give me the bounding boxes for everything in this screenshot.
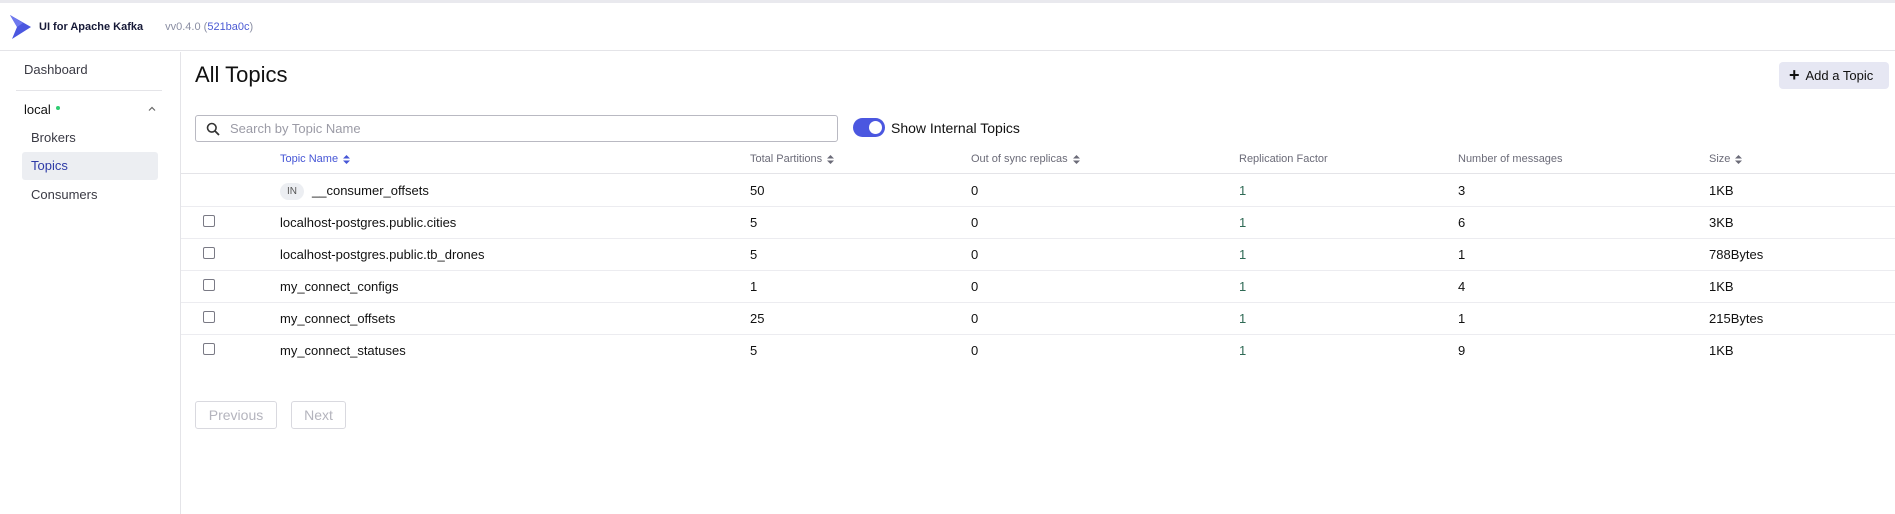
- topic-name-cell: IN __consumer_offsets: [280, 175, 429, 207]
- version-label: vv0.4.0: [165, 20, 201, 33]
- search-icon: [206, 122, 220, 136]
- main-content: All Topics + Add a Topic Show Internal T…: [181, 52, 1895, 514]
- out-of-sync-cell: 0: [971, 183, 979, 198]
- sidebar-item-consumers[interactable]: Consumers: [22, 181, 158, 209]
- header-label: Topic Name: [280, 153, 339, 165]
- sort-icon: [343, 154, 351, 164]
- messages-cell: 1: [1458, 311, 1466, 326]
- messages-cell: 1: [1458, 247, 1466, 262]
- row-checkbox[interactable]: [203, 343, 215, 355]
- out-of-sync-cell: 0: [971, 215, 979, 230]
- topic-name-link[interactable]: localhost-postgres.public.cities: [280, 207, 456, 239]
- brand-name: UI for Apache Kafka: [39, 20, 144, 33]
- sidebar: Dashboard local Brokers Topics Consumers: [0, 52, 181, 514]
- sidebar-item-topics[interactable]: Topics: [22, 152, 158, 180]
- header-label: Size: [1709, 153, 1731, 165]
- sidebar-divider: [16, 90, 162, 91]
- row-checkbox[interactable]: [203, 311, 215, 323]
- partitions-cell: 50: [750, 183, 765, 198]
- toggle-switch[interactable]: [853, 118, 885, 137]
- table-row: localhost-postgres.public.tb_drones 5 0 …: [181, 239, 1895, 271]
- row-checkbox[interactable]: [203, 215, 215, 227]
- plus-icon: +: [1789, 64, 1800, 85]
- replication-cell: 1: [1239, 247, 1247, 262]
- row-checkbox[interactable]: [203, 247, 215, 259]
- messages-cell: 3: [1458, 183, 1466, 198]
- add-topic-label: Add a Topic: [1805, 68, 1874, 83]
- size-cell: 788Bytes: [1709, 247, 1764, 262]
- row-checkbox[interactable]: [203, 279, 215, 291]
- topic-name-link[interactable]: localhost-postgres.public.tb_drones: [280, 239, 485, 271]
- internal-badge: IN: [280, 183, 304, 201]
- column-header-replication-factor: Replication Factor: [1239, 153, 1328, 165]
- app-version: vv0.4.0 (521ba0c): [165, 20, 254, 33]
- previous-button[interactable]: Previous: [195, 401, 277, 429]
- out-of-sync-cell: 0: [971, 279, 979, 294]
- out-of-sync-cell: 0: [971, 311, 979, 326]
- kafka-logo-icon: [10, 14, 31, 39]
- commit-link[interactable]: 521ba0c: [207, 21, 249, 33]
- cluster-status-dot: [55, 106, 60, 110]
- replication-cell: 1: [1239, 311, 1247, 326]
- partitions-cell: 5: [750, 343, 758, 358]
- replication-cell: 1: [1239, 279, 1247, 294]
- column-header-number-of-messages: Number of messages: [1458, 153, 1563, 165]
- table-row: my_connect_statuses 5 0 1 9 1KB: [181, 335, 1895, 367]
- page-title: All Topics: [195, 62, 288, 87]
- sort-icon: [1072, 154, 1080, 164]
- out-of-sync-cell: 0: [971, 247, 979, 262]
- partitions-cell: 25: [750, 311, 765, 326]
- size-cell: 1KB: [1709, 183, 1734, 198]
- replication-cell: 1: [1239, 183, 1247, 198]
- add-topic-button[interactable]: + Add a Topic: [1779, 62, 1889, 89]
- cluster-name: local: [24, 101, 51, 117]
- size-cell: 215Bytes: [1709, 311, 1764, 326]
- brand-link[interactable]: UI for Apache Kafka: [10, 14, 143, 40]
- size-cell: 1KB: [1709, 343, 1734, 358]
- chevron-up-icon[interactable]: [146, 103, 158, 115]
- header-label: Replication Factor: [1239, 153, 1328, 165]
- header-label: Out of sync replicas: [971, 153, 1068, 165]
- sidebar-item-brokers[interactable]: Brokers: [22, 124, 158, 152]
- search-input[interactable]: [228, 120, 828, 137]
- topic-name-link[interactable]: __consumer_offsets: [312, 183, 429, 198]
- messages-cell: 4: [1458, 279, 1466, 294]
- search-box: [195, 115, 838, 142]
- header-label: Number of messages: [1458, 153, 1563, 165]
- column-header-out-of-sync-replicas[interactable]: Out of sync replicas: [971, 153, 1080, 165]
- size-cell: 1KB: [1709, 279, 1734, 294]
- sidebar-cluster-local[interactable]: local: [24, 98, 158, 120]
- partitions-cell: 5: [750, 247, 758, 262]
- pagination: Previous Next: [195, 401, 346, 429]
- replication-cell: 1: [1239, 343, 1247, 358]
- top-navbar: UI for Apache Kafka vv0.4.0 (521ba0c): [0, 3, 1895, 51]
- sort-icon: [1735, 154, 1743, 164]
- topic-name-link[interactable]: my_connect_configs: [280, 271, 399, 303]
- partitions-cell: 1: [750, 279, 758, 294]
- topic-name-link[interactable]: my_connect_offsets: [280, 303, 395, 335]
- table-row: IN __consumer_offsets 50 0 1 3 1KB: [181, 175, 1895, 207]
- messages-cell: 9: [1458, 343, 1466, 358]
- column-header-size[interactable]: Size: [1709, 153, 1743, 165]
- table-header: Topic Name Total Partitions Out of sync …: [181, 142, 1895, 174]
- out-of-sync-cell: 0: [971, 343, 979, 358]
- messages-cell: 6: [1458, 215, 1466, 230]
- column-header-topic-name[interactable]: Topic Name: [280, 153, 351, 165]
- partitions-cell: 5: [750, 215, 758, 230]
- column-header-total-partitions[interactable]: Total Partitions: [750, 153, 835, 165]
- replication-cell: 1: [1239, 215, 1247, 230]
- table-row: my_connect_configs 1 0 1 4 1KB: [181, 271, 1895, 303]
- table-row: localhost-postgres.public.cities 5 0 1 6…: [181, 207, 1895, 239]
- next-button[interactable]: Next: [291, 401, 346, 429]
- show-internal-topics-label: Show Internal Topics: [891, 119, 1020, 136]
- header-label: Total Partitions: [750, 153, 823, 165]
- show-internal-topics-switch[interactable]: Show Internal Topics: [853, 118, 1020, 137]
- size-cell: 3KB: [1709, 215, 1734, 230]
- sort-icon: [827, 154, 835, 164]
- topic-name-link[interactable]: my_connect_statuses: [280, 335, 406, 367]
- sidebar-item-dashboard[interactable]: Dashboard: [24, 62, 88, 77]
- table-row: my_connect_offsets 25 0 1 1 215Bytes: [181, 303, 1895, 335]
